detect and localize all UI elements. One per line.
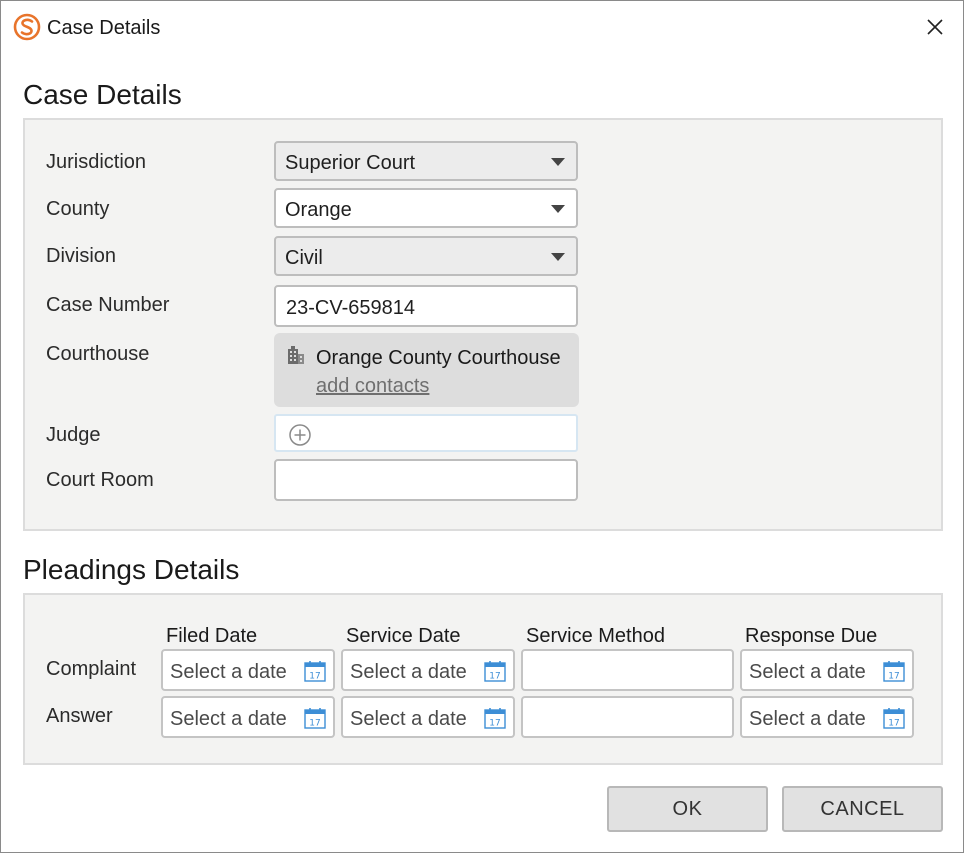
county-label: County: [46, 198, 110, 220]
service-method-header: Service Method: [526, 625, 665, 647]
filed-date-header: Filed Date: [166, 625, 258, 647]
date-placeholder: Select a date: [350, 708, 467, 730]
chevron-down-icon: [551, 158, 565, 166]
close-icon[interactable]: [921, 13, 949, 41]
complaint-service-date[interactable]: Select a date 17: [341, 649, 515, 691]
complaint-service-method-input[interactable]: [521, 649, 734, 691]
ok-button[interactable]: OK: [607, 786, 768, 832]
chevron-down-icon: [551, 205, 565, 213]
division-value: Civil: [285, 247, 323, 269]
calendar-icon[interactable]: 17: [882, 706, 906, 730]
jurisdiction-value: Superior Court: [285, 152, 416, 174]
calendar-day: 17: [309, 719, 320, 729]
complaint-row-label: Complaint: [46, 658, 137, 680]
date-placeholder: Select a date: [170, 708, 287, 730]
window-title: Case Details: [47, 17, 161, 39]
date-placeholder: Select a date: [749, 661, 866, 683]
case-number-value: 23-CV-659814: [286, 297, 415, 319]
judge-label: Judge: [46, 424, 101, 446]
complaint-filed-date[interactable]: Select a date 17: [161, 649, 335, 691]
answer-service-method-input[interactable]: [521, 696, 734, 738]
courthouse-card: Orange County Courthouse add contacts: [274, 333, 579, 407]
pleadings-details-heading: Pleadings Details: [23, 554, 240, 585]
courthouse-label: Courthouse: [46, 343, 150, 365]
calendar-icon[interactable]: 17: [882, 659, 906, 683]
date-placeholder: Select a date: [350, 661, 467, 683]
calendar-icon[interactable]: 17: [303, 659, 327, 683]
division-label: Division: [46, 245, 117, 267]
calendar-day: 17: [489, 719, 500, 729]
cancel-button[interactable]: CANCEL: [782, 786, 943, 832]
calendar-day: 17: [309, 672, 320, 682]
case-number-label: Case Number: [46, 294, 170, 316]
division-select[interactable]: Civil: [274, 236, 578, 276]
app-logo-icon: [13, 13, 41, 41]
calendar-day: 17: [489, 672, 500, 682]
calendar-day: 17: [888, 719, 899, 729]
court-room-input[interactable]: [274, 459, 578, 501]
calendar-day: 17: [888, 672, 899, 682]
response-due-header: Response Due: [745, 625, 878, 647]
courthouse-name: Orange County Courthouse: [316, 347, 561, 369]
jurisdiction-label: Jurisdiction: [46, 151, 147, 173]
jurisdiction-select[interactable]: Superior Court: [274, 141, 578, 181]
answer-row-label: Answer: [46, 705, 113, 727]
judge-picker[interactable]: [274, 414, 578, 452]
county-select[interactable]: Orange: [274, 188, 578, 228]
calendar-icon[interactable]: 17: [303, 706, 327, 730]
title-bar: Case Details: [1, 1, 963, 53]
answer-filed-date[interactable]: Select a date 17: [161, 696, 335, 738]
court-room-label: Court Room: [46, 469, 154, 491]
case-details-heading: Case Details: [23, 79, 182, 110]
case-number-input[interactable]: 23-CV-659814: [274, 285, 578, 327]
building-icon: [288, 346, 304, 364]
case-details-dialog: Case Details Case Details Jurisdiction S…: [0, 0, 964, 853]
service-date-header: Service Date: [346, 625, 461, 647]
answer-service-date[interactable]: Select a date 17: [341, 696, 515, 738]
county-value: Orange: [285, 199, 352, 221]
date-placeholder: Select a date: [170, 661, 287, 683]
date-placeholder: Select a date: [749, 708, 866, 730]
chevron-down-icon: [551, 253, 565, 261]
add-contacts-link[interactable]: add contacts: [316, 375, 429, 398]
calendar-icon[interactable]: 17: [483, 706, 507, 730]
add-circle-icon[interactable]: [288, 423, 312, 447]
answer-response-due-date[interactable]: Select a date 17: [740, 696, 914, 738]
complaint-response-due-date[interactable]: Select a date 17: [740, 649, 914, 691]
calendar-icon[interactable]: 17: [483, 659, 507, 683]
